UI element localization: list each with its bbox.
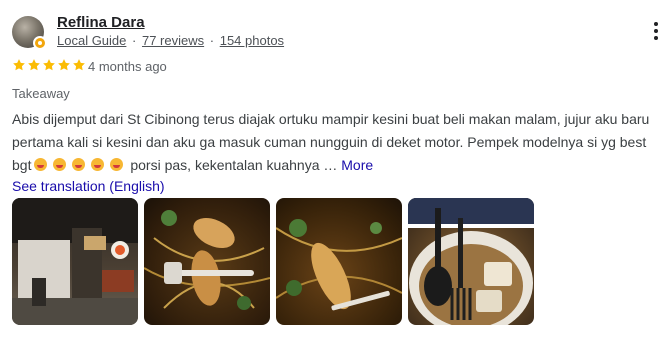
review-photo-4[interactable]	[408, 198, 534, 325]
star-icon	[73, 59, 85, 71]
grinning-squinting-face-emoji	[110, 158, 124, 171]
grinning-squinting-face-emoji	[91, 158, 105, 171]
star-rating	[12, 58, 86, 72]
more-vert-icon-dot	[654, 22, 658, 26]
star-icon	[28, 59, 40, 71]
local-guide-badge-icon	[33, 36, 47, 50]
more-vert-icon-dot	[654, 29, 658, 33]
more-link[interactable]: More	[341, 157, 373, 173]
meta-separator: ·	[209, 33, 215, 48]
more-vert-icon-dot	[654, 36, 658, 40]
star-icon	[43, 59, 55, 71]
service-type: Takeaway	[12, 86, 70, 101]
ellipsis: …	[323, 157, 338, 173]
review-photo-3[interactable]	[276, 198, 402, 325]
reviews-count-link[interactable]: 77 reviews	[142, 33, 204, 48]
photos-count-link[interactable]: 154 photos	[220, 33, 284, 48]
review-text: Abis dijemput dari St Cibinong terus dia…	[12, 108, 662, 177]
see-translation-link[interactable]: See translation (English)	[12, 178, 165, 194]
local-guide-link[interactable]: Local Guide	[57, 33, 126, 48]
grinning-squinting-face-emoji	[53, 158, 67, 171]
star-icon	[13, 59, 25, 71]
more-options-button[interactable]	[651, 22, 661, 42]
reviewer-avatar[interactable]	[12, 16, 47, 50]
review-photo-2[interactable]	[144, 198, 270, 325]
grinning-squinting-face-emoji	[72, 158, 86, 171]
review-photos	[12, 198, 534, 325]
reviewer-name[interactable]: Reflina Dara	[57, 14, 145, 31]
meta-separator: ·	[132, 33, 137, 48]
reviewer-meta: Local Guide · 77 reviews · 154 photos	[57, 33, 284, 48]
star-icon	[58, 59, 70, 71]
review-photo-1[interactable]	[12, 198, 138, 325]
review-age: 4 months ago	[88, 59, 167, 74]
review-text-tail: porsi pas, kekentalan kuahnya	[126, 157, 324, 173]
grinning-squinting-face-emoji	[34, 158, 48, 171]
